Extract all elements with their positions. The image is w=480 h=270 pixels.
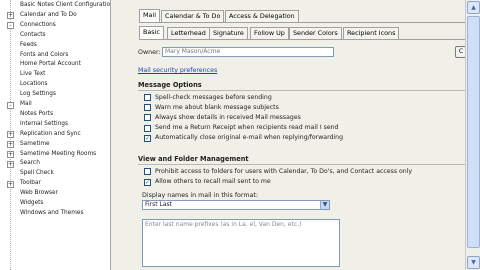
tree-item-label: Contacts: [20, 31, 46, 38]
expand-icon[interactable]: +: [7, 151, 14, 158]
tree-item-label: Basic Notes Client Configuratio: [20, 2, 111, 8]
tree-item-label: Windows and Themes: [20, 209, 84, 216]
scroll-down-button[interactable]: ▼: [467, 256, 480, 269]
subtab-recipient-icons[interactable]: Recipient Icons: [343, 27, 400, 39]
tab-mail[interactable]: Mail: [139, 9, 160, 22]
expand-icon[interactable]: +: [7, 131, 14, 139]
chevron-down-icon[interactable]: ▼: [320, 201, 329, 209]
sub-tabs-divider: [139, 39, 465, 40]
message-options-heading: Message Options: [138, 81, 202, 89]
folder-option-label: Prohibit access to folders for users wit…: [155, 167, 413, 175]
expand-icon[interactable]: +: [7, 12, 14, 20]
tree-item-label: Web Browser: [20, 190, 58, 197]
tree-item-label: Connections: [20, 21, 56, 28]
last-name-prefixes-field[interactable]: Enter last name prefixes (as in La, el, …: [142, 219, 340, 267]
option-label: Spell-check messages before sending: [155, 93, 272, 101]
expand-icon[interactable]: +: [7, 160, 14, 168]
owner-field[interactable]: Mary Mason/Acme: [162, 47, 334, 57]
option-checkbox[interactable]: [144, 104, 151, 112]
scroll-up-button[interactable]: ▲: [467, 1, 480, 14]
option-label: Always show details in received Mail mes…: [155, 113, 301, 121]
tree-item-label: Notes Ports: [20, 110, 54, 117]
tree-item-label: Sametime Meeting Rooms: [20, 150, 97, 157]
tree-item-label: Mail: [20, 101, 32, 107]
tree-item-label: Widgets: [20, 200, 44, 206]
option-label: Automatically close original e-mail when…: [155, 134, 343, 142]
option-checkbox[interactable]: [144, 94, 151, 101]
display-names-select[interactable]: First Last ▼: [142, 200, 330, 210]
view-folder-divider: [138, 164, 465, 165]
folder-option-label: Allow others to recall mail sent to me: [155, 178, 271, 185]
option-checkbox[interactable]: [144, 114, 151, 122]
tree-item-label: Search: [20, 160, 40, 167]
tree-item-label: Locations: [20, 81, 48, 88]
display-names-label: Display names in mail in this format:: [142, 192, 258, 199]
tree-item-label: Replication and Sync: [20, 130, 81, 137]
tree-item-label: Toolbar: [20, 180, 41, 187]
subtab-signature[interactable]: Signature: [209, 27, 248, 39]
subtab-sender-colors[interactable]: Sender Colors: [289, 27, 342, 39]
mail-security-link[interactable]: Mail security preferences: [138, 67, 217, 74]
collapse-icon[interactable]: -: [7, 101, 14, 109]
top-tabs-divider: [139, 22, 465, 23]
display-names-value: First Last: [145, 201, 173, 208]
vertical-scrollbar[interactable]: ▲ ▼: [465, 0, 480, 270]
message-options-divider: [138, 90, 465, 91]
collapse-icon[interactable]: -: [7, 22, 14, 30]
tree-item-label: Calendar and To Do: [20, 11, 77, 18]
tree-item-label: Spell Check: [20, 170, 54, 177]
tree-item-label: Live Text: [20, 71, 46, 78]
tab-calendar-todo[interactable]: Calendar & To Do: [161, 10, 225, 22]
tree-item-label: Sametime: [20, 140, 50, 147]
subtab-basic[interactable]: Basic: [139, 26, 164, 39]
folder-option-checkbox[interactable]: [144, 168, 151, 175]
option-checkbox[interactable]: [144, 124, 151, 132]
tree-item-label: Fonts and Colors: [20, 51, 69, 58]
owner-label: Owner:: [138, 49, 161, 56]
preferences-tree: Basic Notes Client Configuratio + Calendar…: [0, 0, 111, 270]
tree-item-label: Home Portal Account: [20, 61, 81, 68]
preferences-panel: Mail Calendar & To Do Access & Delegatio…: [113, 0, 467, 270]
option-checkbox[interactable]: ✓: [144, 134, 151, 142]
view-folder-heading: View and Folder Management: [138, 155, 249, 163]
scroll-thumb[interactable]: [467, 16, 480, 248]
folder-option-checkbox[interactable]: ✓: [144, 178, 151, 186]
tab-access-delegation[interactable]: Access & Delegation: [225, 10, 299, 22]
expand-icon[interactable]: +: [7, 141, 14, 149]
tree-item-label: Feeds: [20, 41, 37, 48]
tree-item-label: Internal Settings: [20, 120, 68, 127]
option-label: Warn me about blank message subjects: [155, 103, 279, 111]
tree-item-label: Log Settings: [20, 91, 56, 98]
subtab-letterhead[interactable]: Letterhead: [167, 27, 210, 39]
expand-icon[interactable]: +: [7, 180, 14, 188]
subtab-follow-up[interactable]: Follow Up: [250, 27, 289, 39]
option-label: Send me a Return Receipt when recipients…: [155, 124, 339, 132]
